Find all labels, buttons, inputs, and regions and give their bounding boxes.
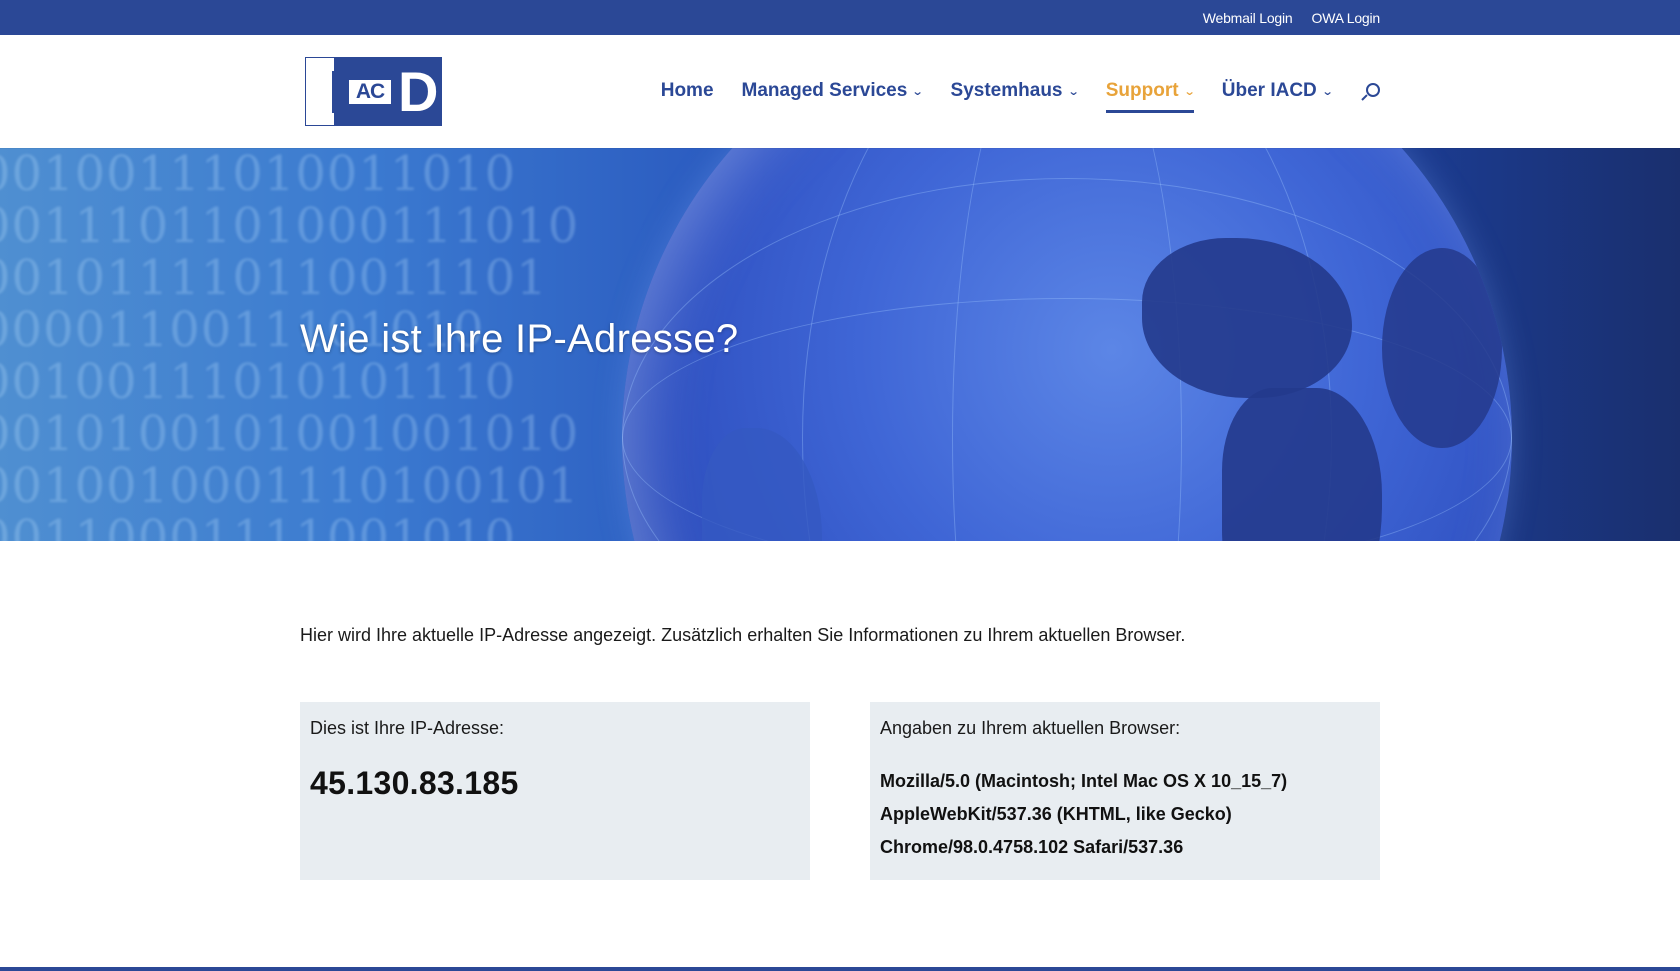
chevron-down-icon: ⌄ bbox=[1067, 86, 1080, 98]
search-icon[interactable] bbox=[1360, 82, 1380, 103]
search-icon-ring bbox=[1366, 82, 1380, 97]
globe-image bbox=[622, 148, 1512, 541]
nav-item-support[interactable]: Support ⌄ bbox=[1105, 79, 1196, 113]
iacd-logo[interactable]: AC D bbox=[305, 57, 442, 126]
search-icon-handle bbox=[1361, 93, 1368, 101]
binary-line: 00100111010011010 bbox=[0, 148, 517, 202]
nav-item-home[interactable]: Home bbox=[661, 80, 714, 106]
logo-d-text: D bbox=[398, 60, 439, 123]
user-agent-line: AppleWebKit/537.36 (KHTML, like Gecko) bbox=[880, 804, 1232, 824]
chevron-down-icon: ⌄ bbox=[1321, 86, 1334, 98]
ip-address-label: Dies ist Ihre IP-Adresse: bbox=[310, 718, 505, 738]
user-agent-line: Chrome/98.0.4758.102 Safari/537.36 bbox=[880, 837, 1184, 857]
site-header: AC D Home Managed Services ⌄ Systemhaus … bbox=[0, 35, 1680, 148]
intro-text: Hier wird Ihre aktuelle IP-Adresse angez… bbox=[300, 625, 1186, 645]
owa-login-link[interactable]: OWA Login bbox=[1312, 10, 1381, 26]
nav-item-label: Über IACD bbox=[1221, 79, 1317, 101]
ip-address-box: Dies ist Ihre IP-Adresse: 45.130.83.185 bbox=[300, 702, 810, 880]
footer-border bbox=[0, 967, 1680, 971]
page-title: Wie ist Ihre IP-Adresse? bbox=[300, 317, 739, 361]
logo-letter-i bbox=[332, 71, 341, 113]
logo-ac-text: AC bbox=[355, 80, 385, 103]
user-agent-text: Mozilla/5.0 (Macintosh; Intel Mac OS X 1… bbox=[880, 765, 1370, 864]
chevron-down-icon: ⌄ bbox=[1183, 86, 1196, 98]
nav-item-label: Home bbox=[660, 79, 714, 101]
top-bar: Webmail Login OWA Login bbox=[0, 0, 1680, 35]
browser-info-label: Angaben zu Ihrem aktuellen Browser: bbox=[880, 718, 1181, 738]
browser-info-box: Angaben zu Ihrem aktuellen Browser: Mozi… bbox=[870, 702, 1380, 880]
nav-item-label: Managed Services bbox=[741, 79, 908, 101]
hero-banner: 00100111010011010 0011101101000111010 0010… bbox=[0, 148, 1680, 541]
binary-line: 001011110110011101 bbox=[0, 250, 548, 306]
logo-ac-box: AC bbox=[349, 80, 391, 104]
binary-line: 0011101101000111010 bbox=[0, 198, 580, 254]
main-content: Hier wird Ihre aktuelle IP-Adresse angez… bbox=[0, 625, 1680, 880]
nav-item-managed-services[interactable]: Managed Services ⌄ bbox=[741, 79, 924, 106]
nav-item-label: Support bbox=[1105, 79, 1179, 101]
ip-address-value: 45.130.83.185 bbox=[310, 765, 519, 801]
nav-item-label: Systemhaus bbox=[950, 79, 1063, 101]
main-nav: Home Managed Services ⌄ Systemhaus ⌄ Sup… bbox=[661, 78, 1380, 113]
webmail-login-link[interactable]: Webmail Login bbox=[1203, 10, 1293, 26]
user-agent-line: Mozilla/5.0 (Macintosh; Intel Mac OS X 1… bbox=[880, 771, 1288, 791]
chevron-down-icon: ⌄ bbox=[911, 86, 924, 98]
globe-landmass bbox=[1382, 248, 1502, 448]
nav-item-ueber-iacd[interactable]: Über IACD ⌄ bbox=[1221, 79, 1334, 106]
nav-item-systemhaus[interactable]: Systemhaus ⌄ bbox=[950, 79, 1080, 106]
info-boxes: Dies ist Ihre IP-Adresse: 45.130.83.185 … bbox=[300, 702, 1380, 880]
